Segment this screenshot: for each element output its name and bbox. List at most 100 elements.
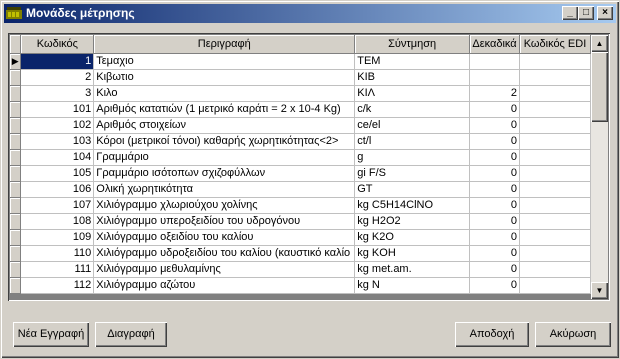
close-button[interactable]: × (597, 6, 613, 20)
cell-abbreviation[interactable]: c/k (354, 101, 470, 118)
cell-decimals[interactable]: 0 (469, 165, 520, 182)
vertical-scrollbar[interactable]: ▲ ▼ (591, 35, 608, 299)
cell-description[interactable]: Χιλιόγραμμο αζώτου (93, 277, 356, 294)
cell-abbreviation[interactable]: kg C5H14ClNO (354, 197, 470, 214)
table-row[interactable]: 109 Χιλιόγραμμο οξειδίου του καλίου kg K2O… (10, 229, 591, 246)
cell-decimals[interactable]: 0 (469, 149, 520, 166)
cell-code[interactable]: 109 (20, 229, 95, 246)
scroll-thumb[interactable] (591, 52, 608, 122)
cell-decimals[interactable]: 0 (469, 117, 520, 134)
table-row[interactable]: 104 Γραμμάριο g 0 (10, 149, 591, 166)
cell-decimals[interactable]: 0 (469, 101, 520, 118)
table-row[interactable]: 2 Κιβωτιο KIB (10, 69, 591, 86)
table-row[interactable]: 102 Αριθμός στοιχείων ce/el 0 (10, 117, 591, 134)
cell-abbreviation[interactable]: g (354, 149, 470, 166)
column-header-abbreviation[interactable]: Σύντμηση (354, 35, 470, 54)
table-row[interactable]: 112 Χιλιόγραμμο αζώτου kg N0 (10, 277, 591, 294)
cell-edi-code[interactable] (519, 101, 591, 118)
table-row[interactable]: 106 Ολική χωρητικότητα GT 0 (10, 181, 591, 198)
cell-description[interactable]: Κιβωτιο (93, 69, 356, 86)
cell-description[interactable]: Ολική χωρητικότητα (93, 181, 356, 198)
cell-description[interactable]: Αριθμός στοιχείων (93, 117, 356, 134)
maximize-button[interactable]: □ (578, 6, 594, 20)
cell-description[interactable]: Χιλιόγραμμο οξειδίου του καλίου (93, 229, 356, 246)
cell-description[interactable]: Κιλο (93, 85, 356, 102)
cell-edi-code[interactable] (519, 117, 591, 134)
cell-decimals[interactable]: 0 (469, 229, 520, 246)
cell-abbreviation[interactable]: kg met.am. (354, 261, 470, 278)
cell-description[interactable]: Χιλιόγραμμο υπεροξειδίου του υδρογόνου (93, 213, 356, 230)
cell-edi-code[interactable] (519, 149, 591, 166)
title-bar[interactable]: Μονάδες μέτρησης _ □ × (4, 4, 616, 23)
column-header-decimals[interactable]: Δεκαδικά (469, 35, 520, 54)
table-row[interactable]: 3 Κιλο ΚΙΛ 2 (10, 85, 591, 102)
cancel-button[interactable]: Ακύρωση (535, 322, 611, 347)
cell-abbreviation[interactable]: ΚΙΛ (354, 85, 470, 102)
cell-edi-code[interactable] (519, 181, 591, 198)
cell-description[interactable]: Αριθμός κατατιών (1 μετρικό καράτι = 2 x… (93, 101, 356, 118)
table-row[interactable]: 101 Αριθμός κατατιών (1 μετρικό καράτι = … (10, 101, 591, 118)
cell-abbreviation[interactable]: KIB (354, 69, 470, 86)
cell-abbreviation[interactable]: kg N (354, 277, 470, 294)
cell-code[interactable]: 106 (20, 181, 95, 198)
cell-code[interactable]: 105 (20, 165, 95, 182)
cell-abbreviation[interactable]: ce/el (354, 117, 470, 134)
cell-decimals[interactable]: 0 (469, 181, 520, 198)
cell-code[interactable]: 107 (20, 197, 95, 214)
table-row[interactable]: 108 Χιλιόγραμμο υπεροξειδίου του υδρογόνο… (10, 213, 591, 230)
cell-decimals[interactable]: 0 (469, 197, 520, 214)
cell-abbreviation[interactable]: ct/l (354, 133, 470, 150)
column-header-description[interactable]: Περιγραφή (93, 35, 356, 54)
cell-edi-code[interactable] (519, 53, 591, 70)
cell-edi-code[interactable] (519, 277, 591, 294)
cell-code[interactable]: 108 (20, 213, 95, 230)
cell-code[interactable]: 111 (20, 261, 95, 278)
cell-decimals[interactable] (469, 69, 520, 86)
cell-code[interactable]: 103 (20, 133, 95, 150)
cell-decimals[interactable]: 0 (469, 261, 520, 278)
cell-description[interactable]: Χιλιόγραμμο χλωριούχου χολίνης (93, 197, 356, 214)
cell-description[interactable]: Γραμμάριο (93, 149, 356, 166)
cell-edi-code[interactable] (519, 69, 591, 86)
new-record-button[interactable]: Νέα Εγγραφή (13, 322, 89, 347)
cell-edi-code[interactable] (519, 165, 591, 182)
cell-code[interactable]: 110 (20, 245, 95, 262)
cell-edi-code[interactable] (519, 245, 591, 262)
cell-code[interactable]: 104 (20, 149, 95, 166)
cell-abbreviation[interactable]: GT (354, 181, 470, 198)
table-row[interactable]: 105 Γραμμάριο ισότοπων σχιζοφύλλων gi F/S 0 (10, 165, 591, 182)
cell-code[interactable]: 112 (20, 277, 95, 294)
cell-code[interactable]: 101 (20, 101, 95, 118)
cell-decimals[interactable]: 2 (469, 85, 520, 102)
cell-abbreviation[interactable]: kg K2O (354, 229, 470, 246)
cell-decimals[interactable]: 0 (469, 245, 520, 262)
cell-abbreviation[interactable]: TEM (354, 53, 470, 70)
table-row[interactable]: 103 Κόροι (μετρικοί τόνοι) καθαρής χωρητι… (10, 133, 591, 150)
scroll-up-icon[interactable]: ▲ (591, 35, 608, 52)
cell-description[interactable]: Χιλιόγραμμο υδροξειδίου του καλίου (καυσ… (93, 245, 356, 262)
cell-edi-code[interactable] (519, 133, 591, 150)
table-row[interactable]: 107 Χιλιόγραμμο χλωριούχου χολίνης kg C5H1… (10, 197, 591, 214)
column-header-edi-code[interactable]: Κωδικός EDI (519, 35, 591, 54)
cell-edi-code[interactable] (519, 197, 591, 214)
cell-code[interactable]: 1 (20, 53, 95, 70)
column-header-code[interactable]: Κωδικός (20, 35, 95, 54)
minimize-button[interactable]: _ (562, 6, 578, 20)
cell-abbreviation[interactable]: gi F/S (354, 165, 470, 182)
cell-abbreviation[interactable]: kg KOH (354, 245, 470, 262)
cell-code[interactable]: 2 (20, 69, 95, 86)
cell-code[interactable]: 3 (20, 85, 95, 102)
cell-decimals[interactable]: 0 (469, 133, 520, 150)
cell-description[interactable]: Κόροι (μετρικοί τόνοι) καθαρής χωρητικότ… (93, 133, 356, 150)
cell-decimals[interactable] (469, 53, 520, 70)
cell-abbreviation[interactable]: kg H2O2 (354, 213, 470, 230)
table-row[interactable]: 111 Χιλιόγραμμο μεθυλαμίνης kg met.am. 0 (10, 261, 591, 278)
cell-edi-code[interactable] (519, 229, 591, 246)
cell-description[interactable]: Τεμαχιο (93, 53, 356, 70)
accept-button[interactable]: Αποδοχή (455, 322, 529, 347)
scroll-down-icon[interactable]: ▼ (591, 282, 608, 299)
cell-decimals[interactable]: 0 (469, 277, 520, 294)
cell-decimals[interactable]: 0 (469, 213, 520, 230)
cell-description[interactable]: Γραμμάριο ισότοπων σχιζοφύλλων (93, 165, 356, 182)
cell-edi-code[interactable] (519, 85, 591, 102)
